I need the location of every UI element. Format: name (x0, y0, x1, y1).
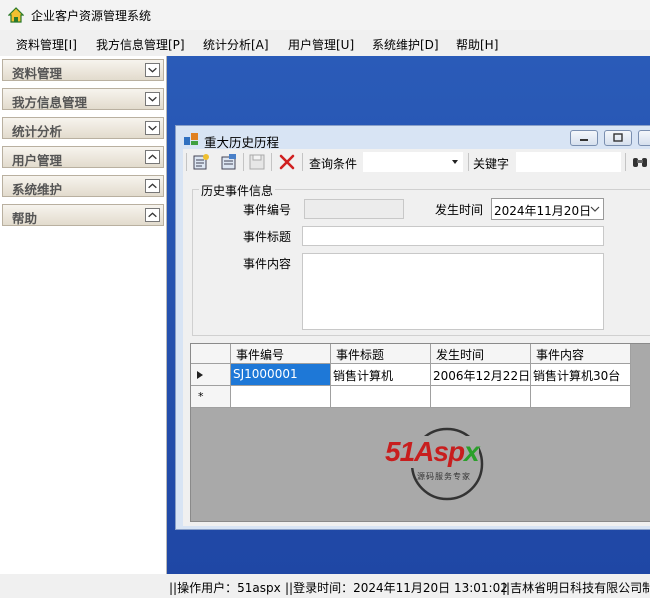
toolbar-separator (625, 153, 626, 171)
chevron-up-icon[interactable] (145, 179, 160, 193)
sidebar-item-help[interactable]: 帮助 (2, 204, 164, 226)
status-login-time: ||登录时间：2024年11月20日 13:01:02 (285, 581, 508, 595)
event-time-picker[interactable]: 2024年11月20日 (491, 198, 604, 220)
restore-icon (613, 133, 623, 142)
close-button[interactable] (638, 130, 650, 146)
table-cell[interactable]: 2006年12月22日 (431, 364, 531, 386)
table-cell[interactable] (531, 386, 631, 408)
toolbar-grip (186, 153, 187, 171)
menu-statistics[interactable]: 统计分析[A] (203, 36, 269, 53)
toolbar: 查询条件 关键字 (183, 149, 650, 176)
chevron-up-icon[interactable] (145, 150, 160, 164)
window-body: 查询条件 关键字 历史事件信息 事件编号 发生时间 2024年11月20日 事件… (183, 149, 650, 526)
event-title-label: 事件标题 (243, 230, 292, 244)
toolbar-separator (271, 153, 272, 171)
toolbar-separator (302, 153, 303, 171)
chevron-up-icon[interactable] (145, 208, 160, 222)
history-window: 重大历史历程 查询条件 关键字 历史事件信息 事件编号 发生时间 2024年11… (175, 125, 650, 530)
query-condition-select[interactable] (363, 152, 463, 172)
menu-system-maintenance[interactable]: 系统维护[D] (372, 36, 439, 53)
sidebar-item-label: 我方信息管理 (12, 95, 88, 110)
watermark-logo: 51Aspx 源码服务专家 (385, 420, 505, 502)
menu-user-management[interactable]: 用户管理[U] (288, 36, 354, 53)
sidebar: 资料管理 我方信息管理 统计分析 用户管理 系统维护 帮助 (0, 56, 167, 574)
sidebar-item-data[interactable]: 资料管理 (2, 59, 164, 81)
event-time-label: 发生时间 (435, 203, 484, 217)
search-icon[interactable] (631, 153, 649, 171)
event-content-label: 事件内容 (243, 257, 292, 271)
home-icon (8, 7, 24, 23)
chevron-down-icon[interactable] (145, 92, 160, 106)
sidebar-item-statistics[interactable]: 统计分析 (2, 117, 164, 139)
logo-brand: 51Aspx (385, 436, 480, 468)
minimize-button[interactable] (570, 130, 598, 146)
sidebar-item-users[interactable]: 用户管理 (2, 146, 164, 168)
minimize-icon (580, 139, 588, 141)
table-cell[interactable]: 销售计算机30台 (531, 364, 631, 386)
delete-icon[interactable] (278, 153, 296, 171)
column-header-title[interactable]: 事件标题 (331, 344, 431, 364)
menu-help[interactable]: 帮助[H] (456, 36, 498, 53)
sidebar-item-label: 系统维护 (12, 182, 63, 197)
maximize-button[interactable] (604, 130, 632, 146)
toolbar-separator (468, 153, 469, 171)
sidebar-item-label: 资料管理 (12, 66, 63, 81)
column-header-content[interactable]: 事件内容 (531, 344, 631, 364)
sidebar-item-label: 帮助 (12, 211, 38, 226)
event-title-input[interactable] (302, 226, 604, 246)
sidebar-item-our-info[interactable]: 我方信息管理 (2, 88, 164, 110)
toolbar-separator (243, 153, 244, 171)
save-icon[interactable] (248, 153, 266, 171)
event-id-label: 事件编号 (243, 203, 292, 217)
event-id-field[interactable] (304, 199, 404, 219)
status-user: ||操作用户：51aspx (169, 581, 281, 595)
window-icon (184, 133, 198, 145)
menu-data-management[interactable]: 资料管理[I] (16, 36, 77, 53)
table-cell[interactable] (431, 386, 531, 408)
table-cell[interactable] (331, 386, 431, 408)
chevron-down-icon[interactable] (145, 63, 160, 77)
grid-corner-header (191, 344, 231, 364)
keyword-label: 关键字 (473, 157, 510, 171)
group-title: 历史事件信息 (199, 182, 276, 199)
dropdown-arrow-icon (452, 160, 458, 164)
sidebar-item-system[interactable]: 系统维护 (2, 175, 164, 197)
event-time-value: 2024年11月20日 (494, 204, 592, 218)
edit-record-icon[interactable] (220, 153, 238, 171)
new-row-header[interactable]: * (191, 386, 231, 408)
add-record-icon[interactable] (192, 153, 210, 171)
current-row-arrow-icon (197, 371, 203, 379)
logo-tagline: 源码服务专家 (417, 472, 471, 481)
keyword-input[interactable] (516, 152, 621, 172)
sidebar-item-label: 统计分析 (12, 124, 63, 139)
table-cell[interactable]: 销售计算机 (331, 364, 431, 386)
chevron-down-icon[interactable] (145, 121, 160, 135)
row-header[interactable] (191, 364, 231, 386)
column-header-time[interactable]: 发生时间 (431, 344, 531, 364)
status-bar: ||操作用户：51aspx ||登录时间：2024年11月20日 13:01:0… (0, 574, 650, 598)
app-title: 企业客户资源管理系统 (31, 9, 152, 23)
sidebar-item-label: 用户管理 (12, 153, 63, 168)
events-grid: 事件编号 事件标题 发生时间 事件内容 SJ1000001 销售计算机 2006… (190, 343, 650, 522)
event-content-textarea[interactable] (302, 253, 604, 330)
menu-our-info[interactable]: 我方信息管理[P] (96, 36, 185, 53)
title-bar: 企业客户资源管理系统 (0, 0, 650, 30)
chevron-down-icon[interactable] (590, 206, 600, 213)
table-cell[interactable] (231, 386, 331, 408)
table-cell[interactable]: SJ1000001 (231, 364, 331, 386)
status-company: ||吉林省明日科技有限公司制 (502, 581, 650, 595)
column-header-id[interactable]: 事件编号 (231, 344, 331, 364)
query-condition-label: 查询条件 (309, 157, 358, 171)
menu-bar: 资料管理[I] 我方信息管理[P] 统计分析[A] 用户管理[U] 系统维护[D… (0, 31, 650, 55)
